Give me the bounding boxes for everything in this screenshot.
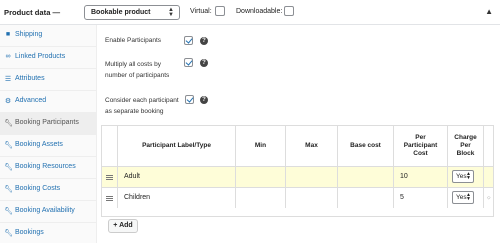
downloadable-checkbox[interactable] <box>284 6 294 16</box>
drag-handle[interactable] <box>102 167 118 187</box>
multiply-costs-checkbox[interactable] <box>184 58 193 67</box>
header-text: Per <box>460 142 471 149</box>
wrench-icon: 🔧︎ <box>4 230 13 237</box>
consider-separate-label-line2: as separate booking <box>105 108 164 115</box>
header-participant-label: Participant Label/Type <box>118 126 236 166</box>
tab-attributes[interactable]: ☰ Attributes <box>0 69 97 91</box>
remove-row-cell <box>484 167 493 187</box>
select-value: Yes <box>456 194 467 201</box>
cell-value: 10 <box>400 173 408 180</box>
wrench-icon: 🔧︎ <box>4 208 13 215</box>
participant-label-input[interactable]: Adult <box>118 167 236 187</box>
link-icon: ∞ <box>5 53 11 60</box>
enable-participants-checkbox[interactable] <box>184 36 193 45</box>
max-input[interactable] <box>286 167 338 187</box>
header-min: Min <box>236 126 286 166</box>
tab-label: Booking Availability <box>15 207 75 214</box>
panel-title: Product data — <box>4 8 61 17</box>
participants-table: Participant Label/Type Min Max Base cost… <box>101 125 494 217</box>
min-input[interactable] <box>236 188 286 208</box>
header-text: Block <box>456 150 475 157</box>
participant-label-input[interactable]: Children <box>118 188 236 208</box>
charge-per-block-select[interactable]: Yes ▲ ▼ <box>452 191 474 204</box>
product-type-value: Bookable product <box>91 9 151 16</box>
list-icon: ☰ <box>4 76 12 83</box>
max-input[interactable] <box>286 188 338 208</box>
select-arrows-icon: ▲ ▼ <box>168 7 174 18</box>
header-base-cost: Base cost <box>338 126 394 166</box>
help-icon: ? <box>200 96 208 104</box>
product-type-select[interactable]: Bookable product ▲ ▼ <box>84 5 180 20</box>
header-text: Participant <box>403 142 438 149</box>
tab-booking-costs[interactable]: 🔧︎ Booking Costs <box>0 179 97 201</box>
tab-booking-resources[interactable]: 🔧︎ Booking Resources <box>0 157 97 179</box>
header-text: Per <box>415 134 426 141</box>
drag-handle-icon <box>106 196 113 197</box>
tab-label: Shipping <box>15 31 43 38</box>
product-data-header: Product data — Bookable product ▲ ▼ Virtu… <box>0 0 500 25</box>
header-text: Charge <box>454 134 477 141</box>
add-participant-button[interactable]: + Add <box>108 219 138 233</box>
tab-label: Booking Resources <box>15 163 76 170</box>
select-value: Yes <box>456 173 467 180</box>
tab-booking-assets[interactable]: 🔧︎ Booking Assets <box>0 135 97 157</box>
tab-label: Booking Costs <box>15 185 61 192</box>
tab-label: Attributes <box>15 75 45 82</box>
header-text: Cost <box>413 150 428 157</box>
tab-label: Booking Participants <box>15 119 79 126</box>
multiply-costs-label-line1: Multiply all costs by <box>105 61 161 68</box>
help-icon: ? <box>200 37 208 45</box>
consider-separate-label-line1: Consider each participant <box>105 97 179 104</box>
tab-label: Linked Products <box>15 53 66 60</box>
truck-icon: ■ <box>5 31 11 38</box>
remove-row-cell: ⬦ <box>484 188 493 208</box>
charge-per-block-select[interactable]: Yes ▲ ▼ <box>452 170 474 183</box>
wrench-icon: 🔧︎ <box>4 120 13 127</box>
remove-row-icon[interactable]: ⬦ <box>487 195 491 201</box>
downloadable-label: Downloadable: <box>236 8 283 15</box>
consider-separate-checkbox[interactable] <box>185 95 194 104</box>
header-max: Max <box>286 126 338 166</box>
base-cost-input[interactable] <box>338 188 394 208</box>
tab-advanced[interactable]: ⚙ Advanced <box>0 91 97 113</box>
select-arrows-icon: ▲ ▼ <box>466 192 471 202</box>
virtual-label: Virtual: <box>190 8 212 15</box>
cell-value: 5 <box>400 194 404 201</box>
cell-value: Adult <box>124 173 140 180</box>
virtual-checkbox[interactable] <box>215 6 225 16</box>
tab-booking-availability[interactable]: 🔧︎ Booking Availability <box>0 201 97 223</box>
wrench-icon: 🔧︎ <box>4 164 13 171</box>
tab-label: Bookings <box>15 229 44 236</box>
table-row: Adult 10 Yes ▲ ▼ <box>102 166 493 187</box>
tab-linked-products[interactable]: ∞ Linked Products <box>0 47 97 69</box>
enable-participants-label: Enable Participants <box>105 37 162 44</box>
help-icon: ? <box>200 59 208 67</box>
tab-shipping[interactable]: ■ Shipping <box>0 25 97 47</box>
collapse-arrow-icon[interactable]: ▲ <box>485 7 493 16</box>
header-charge-per-block: Charge Per Block <box>448 126 484 166</box>
tab-booking-participants[interactable]: 🔧︎ Booking Participants <box>0 113 97 135</box>
drag-column-header <box>102 126 118 166</box>
remove-column-header <box>484 126 493 166</box>
cell-value: Children <box>124 194 151 201</box>
tab-label: Booking Assets <box>15 141 63 148</box>
drag-handle-icon <box>106 175 113 176</box>
select-arrows-icon: ▲ ▼ <box>466 171 471 181</box>
drag-handle[interactable] <box>102 188 118 208</box>
base-cost-input[interactable] <box>338 167 394 187</box>
gear-icon: ⚙ <box>4 98 12 105</box>
wrench-icon: 🔧︎ <box>4 186 13 193</box>
tab-bookings[interactable]: 🔧︎ Bookings <box>0 223 97 243</box>
table-row: Children 5 Yes ▲ ▼ ⬦ <box>102 187 493 208</box>
per-participant-cost-input[interactable]: 10 <box>394 167 448 187</box>
product-data-tabs: ■ Shipping ∞ Linked Products ☰ Attribute… <box>0 25 97 243</box>
header-per-participant-cost: Per Participant Cost <box>394 126 448 166</box>
charge-per-block-cell: Yes ▲ ▼ <box>448 188 484 208</box>
per-participant-cost-input[interactable]: 5 <box>394 188 448 208</box>
charge-per-block-cell: Yes ▲ ▼ <box>448 167 484 187</box>
wrench-icon: 🔧︎ <box>4 142 13 149</box>
multiply-costs-label-line2: number of participants <box>105 72 170 79</box>
min-input[interactable] <box>236 167 286 187</box>
tab-label: Advanced <box>15 97 47 104</box>
